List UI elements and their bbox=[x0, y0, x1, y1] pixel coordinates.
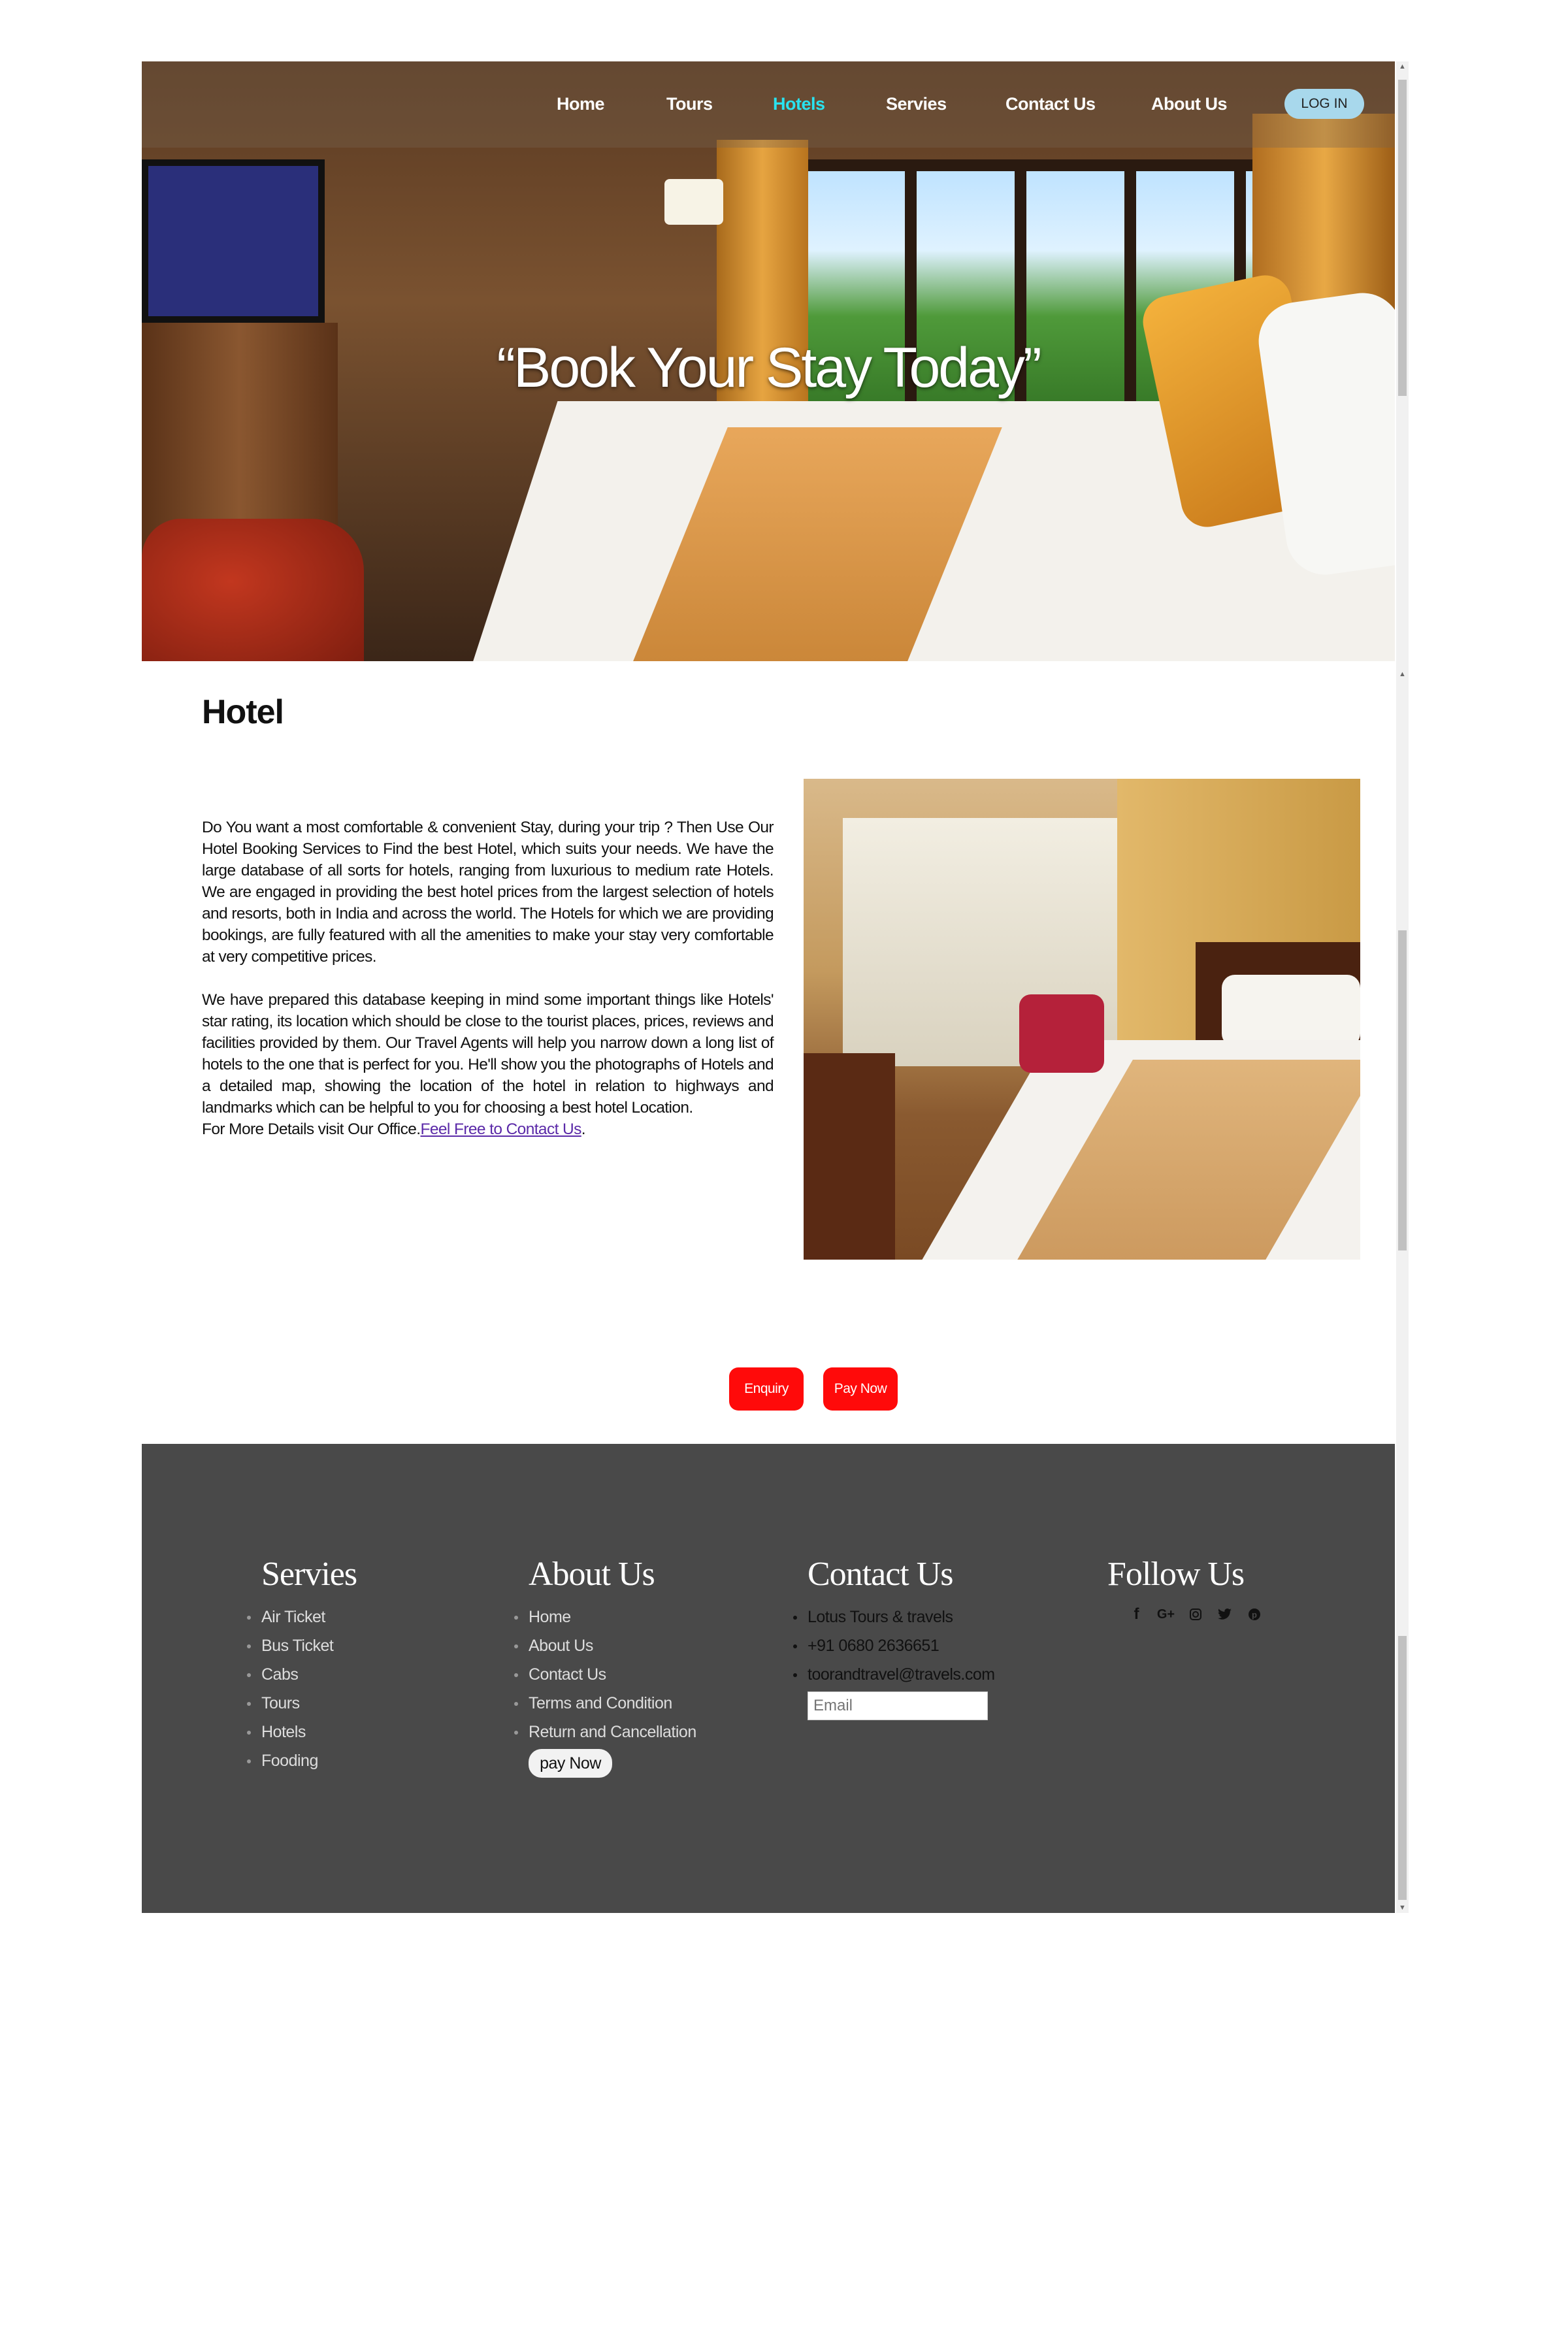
hero-banner: Home Tours Hotels Servies Contact Us Abo… bbox=[142, 61, 1395, 661]
footer-follow-title: Follow Us bbox=[1107, 1556, 1245, 1593]
footer-follow: Follow Us f G+ p bbox=[1107, 1555, 1269, 1626]
footer-link-about-us[interactable]: About Us bbox=[514, 1631, 696, 1660]
instagram-icon[interactable] bbox=[1181, 1603, 1210, 1626]
nav-contact-us[interactable]: Contact Us bbox=[1005, 94, 1096, 114]
footer-link-home[interactable]: Home bbox=[514, 1603, 696, 1631]
enquiry-button[interactable]: Enquiry bbox=[729, 1367, 804, 1411]
description-paragraph-1: Do You want a most comfortable & conveni… bbox=[202, 819, 774, 966]
footer-servies-list: Air Ticket Bus Ticket Cabs Tours Hotels … bbox=[246, 1603, 357, 1775]
footer-link-tours[interactable]: Tours bbox=[246, 1689, 357, 1718]
pinterest-icon[interactable]: p bbox=[1239, 1603, 1269, 1626]
facebook-icon[interactable]: f bbox=[1122, 1603, 1151, 1626]
footer-link-cabs[interactable]: Cabs bbox=[246, 1660, 357, 1689]
google-plus-icon[interactable]: G+ bbox=[1151, 1603, 1181, 1626]
scroll-up-arrow-icon[interactable]: ▲ bbox=[1396, 61, 1409, 72]
top-nav: Home Tours Hotels Servies Contact Us Abo… bbox=[142, 61, 1395, 148]
footer-contact: Contact Us Lotus Tours & travels +91 068… bbox=[793, 1555, 995, 1720]
footer-link-return[interactable]: Return and Cancellation bbox=[514, 1718, 696, 1746]
nav-about-us[interactable]: About Us bbox=[1151, 94, 1227, 114]
page: Home Tours Hotels Servies Contact Us Abo… bbox=[142, 61, 1409, 1913]
hero-lamp bbox=[664, 179, 723, 225]
footer-contact-title: Contact Us bbox=[808, 1556, 954, 1593]
contact-line: For More Details visit Our Office.Feel F… bbox=[202, 1119, 774, 1140]
page-scrollbar[interactable]: ▲ ▲ ▼ bbox=[1396, 61, 1409, 1913]
hero-title: “Book Your Stay Today” bbox=[497, 336, 1041, 399]
footer-phone: +91 0680 2636651 bbox=[793, 1631, 995, 1660]
footer-link-fooding[interactable]: Fooding bbox=[246, 1746, 357, 1775]
scroll-thumb-bottom[interactable] bbox=[1398, 1636, 1407, 1900]
pay-now-button[interactable]: Pay Now bbox=[823, 1367, 898, 1411]
twitter-icon[interactable] bbox=[1210, 1603, 1239, 1626]
contact-line-prefix: For More Details visit Our Office. bbox=[202, 1120, 421, 1138]
scroll-down-arrow-icon[interactable]: ▼ bbox=[1396, 1903, 1409, 1913]
photo-desk bbox=[804, 1053, 895, 1260]
social-icons: f G+ p bbox=[1122, 1603, 1269, 1626]
footer-link-air-ticket[interactable]: Air Ticket bbox=[246, 1603, 357, 1631]
footer-pay-now-button[interactable]: pay Now bbox=[529, 1749, 612, 1778]
login-button[interactable]: LOG IN bbox=[1284, 89, 1364, 119]
footer-about-title: About Us bbox=[529, 1556, 655, 1593]
description-paragraph-2: We have prepared this database keeping i… bbox=[202, 991, 774, 1117]
footer-servies: Servies Air Ticket Bus Ticket Cabs Tours… bbox=[246, 1555, 357, 1775]
contact-us-link[interactable]: Feel Free to Contact Us bbox=[420, 1120, 581, 1138]
hotel-room-photo bbox=[804, 779, 1360, 1260]
footer-servies-title: Servies bbox=[261, 1556, 357, 1593]
footer-contact-list: Lotus Tours & travels +91 0680 2636651 t… bbox=[793, 1603, 995, 1689]
footer-link-terms[interactable]: Terms and Condition bbox=[514, 1689, 696, 1718]
footer-link-contact-us[interactable]: Contact Us bbox=[514, 1660, 696, 1689]
page-title: Hotel bbox=[202, 693, 284, 731]
nav-tours[interactable]: Tours bbox=[666, 94, 713, 114]
svg-text:p: p bbox=[1252, 1610, 1257, 1620]
hero-bag bbox=[142, 519, 364, 661]
hero-tv bbox=[142, 159, 325, 323]
footer-link-hotels[interactable]: Hotels bbox=[246, 1718, 357, 1746]
footer-email-input[interactable] bbox=[808, 1691, 988, 1720]
nav-servies[interactable]: Servies bbox=[886, 94, 947, 114]
scroll-up-arrow-icon-2[interactable]: ▲ bbox=[1396, 669, 1409, 679]
photo-pillows bbox=[1222, 975, 1360, 1047]
nav-home[interactable]: Home bbox=[557, 94, 605, 114]
footer-email-address[interactable]: toorandtravel@travels.com bbox=[793, 1660, 995, 1689]
footer-about: About Us Home About Us Contact Us Terms … bbox=[514, 1555, 696, 1778]
nav-hotels[interactable]: Hotels bbox=[773, 94, 825, 114]
footer-link-bus-ticket[interactable]: Bus Ticket bbox=[246, 1631, 357, 1660]
hotel-description: Do You want a most comfortable & conveni… bbox=[202, 817, 774, 1140]
scroll-thumb-top[interactable] bbox=[1398, 80, 1407, 396]
contact-line-suffix: . bbox=[581, 1120, 586, 1138]
photo-armchair bbox=[1019, 994, 1104, 1073]
footer-about-list: Home About Us Contact Us Terms and Condi… bbox=[514, 1603, 696, 1746]
footer: Servies Air Ticket Bus Ticket Cabs Tours… bbox=[142, 1444, 1395, 1913]
footer-company-name: Lotus Tours & travels bbox=[793, 1603, 995, 1631]
scroll-thumb-middle[interactable] bbox=[1398, 930, 1407, 1250]
